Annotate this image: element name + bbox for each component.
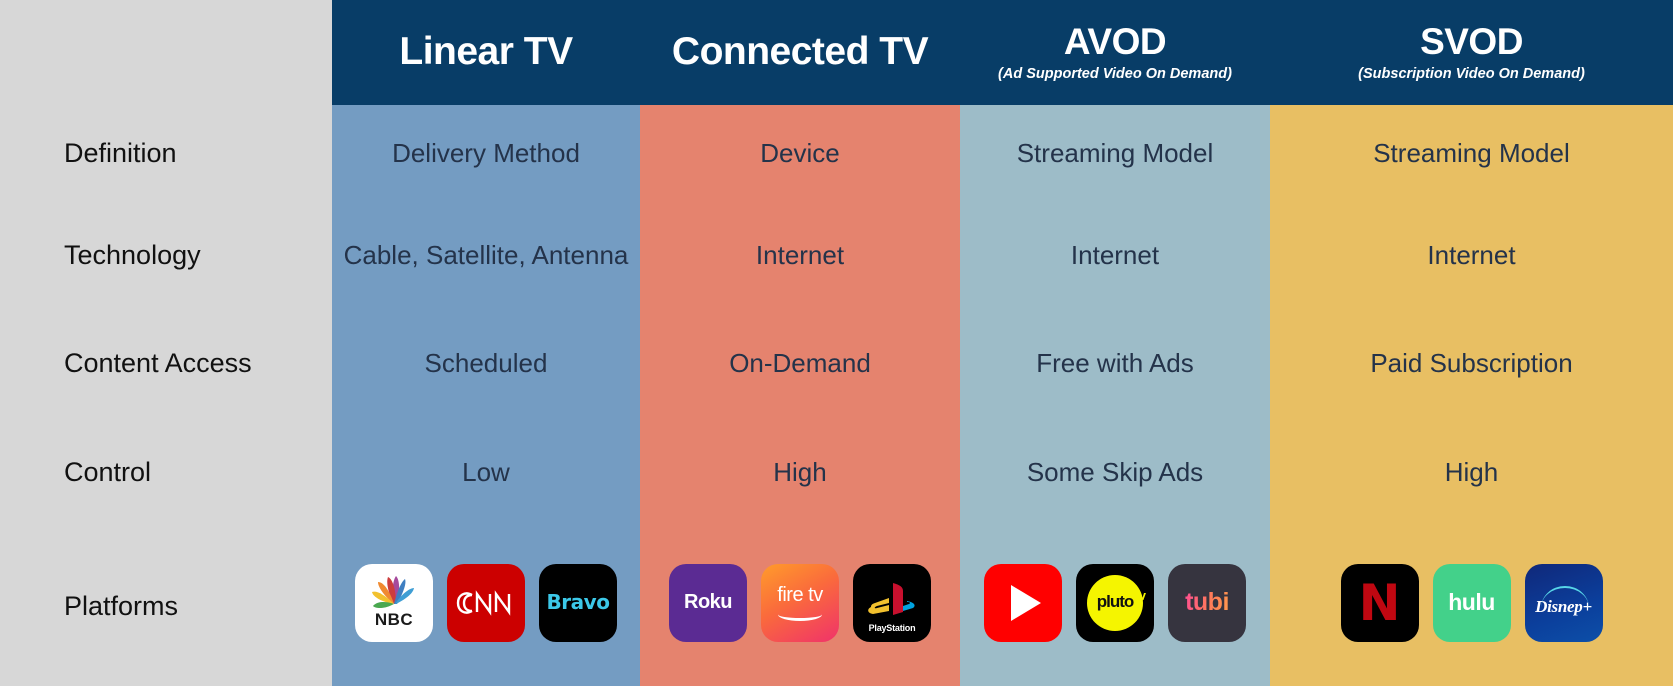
cell-ctv-technology: Internet xyxy=(755,239,845,270)
pluto-wordmark: pluto xyxy=(1096,592,1135,612)
tubi-wordmark: tubi xyxy=(1185,587,1229,616)
cell-svod-definition: Streaming Model xyxy=(1373,137,1570,168)
hulu-logo-icon[interactable]: hulu xyxy=(1432,563,1511,642)
column-avod: Streaming Model Internet Free with Ads S… xyxy=(960,105,1270,686)
cell-svod-technology: Internet xyxy=(1427,239,1516,270)
column-header-title: SVOD xyxy=(1420,21,1523,63)
row-label-platforms: Platforms xyxy=(64,591,179,621)
cell-avod-technology: Internet xyxy=(1070,239,1160,270)
nbc-peacock-icon xyxy=(372,576,414,609)
cell-ctv-content-access: On-Demand xyxy=(729,347,871,378)
cell-avod-content-access: Free with Ads xyxy=(1036,347,1194,378)
row-label-column: Definition Technology Content Access Con… xyxy=(0,105,332,686)
cell-ctv-control: High xyxy=(773,456,827,487)
firetv-logo-icon[interactable]: fire tv xyxy=(761,563,839,642)
pluto-tv-logo-icon[interactable]: pluto tv xyxy=(1076,563,1154,642)
playstation-logo-icon[interactable]: PlayStation xyxy=(853,563,931,642)
youtube-logo-icon[interactable] xyxy=(984,563,1062,642)
header-corner-spacer xyxy=(0,0,332,105)
bravo-logo-icon[interactable]: Bravo xyxy=(539,563,617,642)
column-header-title: Connected TV xyxy=(671,30,929,74)
play-triangle-icon xyxy=(1011,584,1041,621)
column-header-title: AVOD xyxy=(1063,21,1167,63)
cell-svod-control: High xyxy=(1444,456,1499,487)
cell-svod-content-access: Paid Subscription xyxy=(1370,347,1573,378)
row-label-definition: Definition xyxy=(64,137,177,168)
column-connected-tv: Device Internet On-Demand High Roku fire… xyxy=(640,105,960,686)
cell-linear-definition: Delivery Method xyxy=(392,137,580,168)
column-header-linear-tv: Linear TV xyxy=(332,0,640,105)
comparison-table: Linear TV Connected TV AVOD (Ad Supporte… xyxy=(0,0,1673,686)
cell-avod-platforms: pluto tv tubi xyxy=(960,527,1270,686)
row-label-technology: Technology xyxy=(64,239,201,270)
column-linear-tv: Delivery Method Cable, Satellite, Antenn… xyxy=(332,105,640,686)
column-header-avod: AVOD (Ad Supported Video On Demand) xyxy=(960,0,1270,105)
cell-svod-platforms: N hulu Disnep+ xyxy=(1270,527,1673,686)
column-header-svod: SVOD (Subscription Video On Demand) xyxy=(1270,0,1673,105)
column-header-connected-tv: Connected TV xyxy=(640,0,960,105)
cnn-logo-icon[interactable] xyxy=(447,563,525,642)
cell-avod-definition: Streaming Model xyxy=(1016,137,1214,168)
roku-logo-icon[interactable]: Roku xyxy=(669,563,747,642)
tubi-logo-icon[interactable]: tubi xyxy=(1168,563,1246,642)
disney-plus-logo-icon[interactable]: Disnep+ xyxy=(1524,563,1603,642)
firetv-wordmark: fire tv xyxy=(777,583,823,606)
cell-avod-control: Some Skip Ads xyxy=(1026,456,1204,487)
cell-ctv-platforms: Roku fire tv PlayStation xyxy=(640,527,960,686)
bravo-wordmark: Bravo xyxy=(546,589,610,614)
cell-linear-control: Low xyxy=(462,456,510,487)
cell-linear-platforms: NBC Bravo xyxy=(332,527,640,686)
cell-ctv-definition: Device xyxy=(760,137,840,168)
netflix-logo-icon[interactable]: N xyxy=(1340,563,1419,642)
playstation-ps-icon xyxy=(868,582,915,615)
cell-linear-content-access: Scheduled xyxy=(424,347,548,378)
row-label-control: Control xyxy=(64,456,152,487)
amazon-smile-icon xyxy=(778,608,822,622)
pluto-tv-suffix: tv xyxy=(1134,587,1146,603)
disney-arc-icon xyxy=(1540,585,1589,608)
roku-wordmark: Roku xyxy=(684,590,733,613)
cnn-wordmark-icon xyxy=(456,589,511,616)
column-header-subtitle: (Ad Supported Video On Demand) xyxy=(998,65,1232,82)
hulu-wordmark: hulu xyxy=(1448,588,1495,615)
column-header-title: Linear TV xyxy=(399,30,573,74)
cell-linear-technology: Cable, Satellite, Antenna xyxy=(343,239,629,270)
row-label-content-access: Content Access xyxy=(64,347,252,378)
playstation-wordmark: PlayStation xyxy=(868,622,916,633)
nbc-wordmark: NBC xyxy=(374,610,414,630)
nbc-logo-icon[interactable]: NBC xyxy=(355,563,433,642)
column-svod: Streaming Model Internet Paid Subscripti… xyxy=(1270,105,1673,686)
column-header-subtitle: (Subscription Video On Demand) xyxy=(1358,65,1585,82)
netflix-wordmark: N xyxy=(1358,573,1401,632)
